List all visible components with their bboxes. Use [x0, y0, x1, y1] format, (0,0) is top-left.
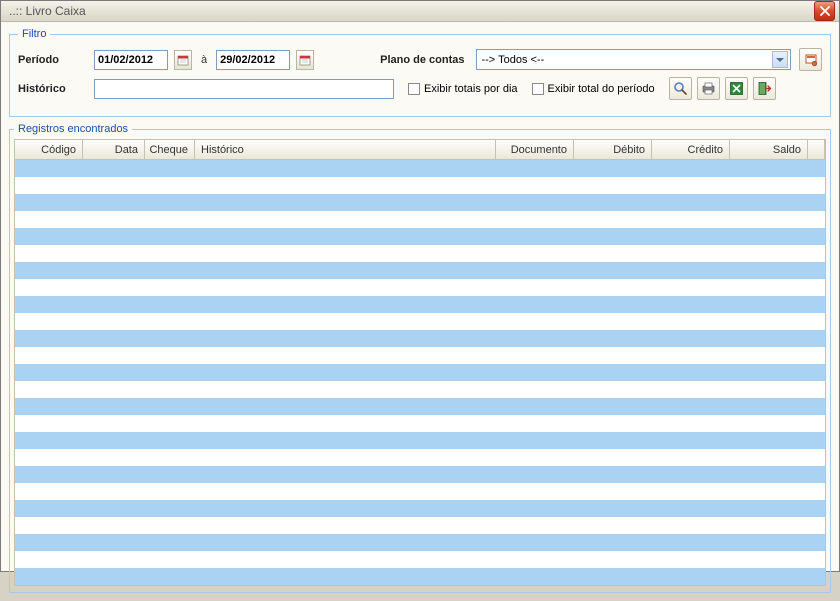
main-window: ..:: Livro Caixa Filtro Período	[0, 0, 840, 572]
table-row[interactable]	[15, 381, 825, 398]
date-separator: à	[201, 54, 207, 66]
table-row[interactable]	[15, 449, 825, 466]
print-button[interactable]	[697, 77, 720, 100]
table-row[interactable]	[15, 483, 825, 500]
table-row[interactable]	[15, 551, 825, 568]
excel-button[interactable]	[725, 77, 748, 100]
table-row[interactable]	[15, 517, 825, 534]
table-row[interactable]	[15, 432, 825, 449]
table-row[interactable]	[15, 466, 825, 483]
titlebar: ..:: Livro Caixa	[1, 1, 839, 22]
table-row[interactable]	[15, 296, 825, 313]
table-row[interactable]	[15, 177, 825, 194]
col-header-cheque[interactable]: Cheque	[145, 140, 195, 159]
table-row[interactable]	[15, 330, 825, 347]
table-row[interactable]	[15, 415, 825, 432]
table-row[interactable]	[15, 160, 825, 177]
print-icon	[701, 81, 716, 96]
period-label: Período	[18, 54, 88, 66]
config-icon	[804, 53, 818, 67]
col-header-codigo[interactable]: Código	[15, 140, 83, 159]
grid-body[interactable]	[15, 160, 825, 585]
chevron-down-icon	[772, 51, 788, 68]
chk-totals-per-day[interactable]: Exibir totais por dia	[408, 83, 518, 95]
chk-totals-period[interactable]: Exibir total do período	[532, 83, 655, 95]
calendar-icon	[299, 54, 311, 66]
records-fieldset: Registros encontrados Código Data Cheque…	[9, 123, 831, 593]
table-row[interactable]	[15, 313, 825, 330]
table-row[interactable]	[15, 194, 825, 211]
table-row[interactable]	[15, 364, 825, 381]
table-row[interactable]	[15, 534, 825, 551]
date-to-calendar-button[interactable]	[296, 50, 314, 70]
filter-toolbar	[667, 77, 776, 100]
table-row[interactable]	[15, 262, 825, 279]
date-from-input[interactable]	[94, 50, 168, 70]
date-from-calendar-button[interactable]	[174, 50, 192, 70]
history-label: Histórico	[18, 83, 88, 95]
chk-period-label: Exibir total do período	[548, 83, 655, 95]
plan-selected-text: --> Todos <--	[481, 54, 772, 66]
content-area: Filtro Período à	[1, 22, 839, 601]
plan-config-button[interactable]	[799, 48, 822, 71]
close-button[interactable]	[814, 1, 835, 21]
calendar-icon	[177, 54, 189, 66]
filter-legend: Filtro	[18, 28, 50, 40]
table-row[interactable]	[15, 228, 825, 245]
close-icon	[820, 6, 830, 16]
exit-icon	[757, 81, 772, 96]
filter-row-1: Período à	[18, 48, 822, 71]
col-header-data[interactable]: Data	[83, 140, 145, 159]
table-row[interactable]	[15, 245, 825, 262]
records-legend: Registros encontrados	[14, 123, 132, 135]
table-row[interactable]	[15, 398, 825, 415]
col-header-scroll	[808, 140, 825, 159]
table-row[interactable]	[15, 279, 825, 296]
records-grid: Código Data Cheque Histórico Documento D…	[14, 139, 826, 586]
chk-per-day-label: Exibir totais por dia	[424, 83, 518, 95]
filter-fieldset: Filtro Período à	[9, 28, 831, 117]
col-header-saldo[interactable]: Saldo	[730, 140, 808, 159]
search-icon	[673, 81, 688, 96]
table-row[interactable]	[15, 211, 825, 228]
history-input[interactable]	[94, 79, 394, 99]
plan-combobox[interactable]: --> Todos <--	[476, 49, 791, 70]
col-header-debito[interactable]: Débito	[574, 140, 652, 159]
checkbox-icon	[408, 83, 420, 95]
col-header-documento[interactable]: Documento	[496, 140, 574, 159]
excel-icon	[729, 81, 744, 96]
col-header-historico[interactable]: Histórico	[195, 140, 496, 159]
col-header-credito[interactable]: Crédito	[652, 140, 730, 159]
window-title: ..:: Livro Caixa	[5, 4, 814, 18]
filter-row-2: Histórico Exibir totais por dia Exibir t…	[18, 77, 822, 100]
grid-header: Código Data Cheque Histórico Documento D…	[15, 140, 825, 160]
plan-label: Plano de contas	[380, 54, 464, 66]
date-to-input[interactable]	[216, 50, 290, 70]
search-button[interactable]	[669, 77, 692, 100]
checkbox-icon	[532, 83, 544, 95]
table-row[interactable]	[15, 347, 825, 364]
table-row[interactable]	[15, 568, 825, 585]
exit-button[interactable]	[753, 77, 776, 100]
table-row[interactable]	[15, 500, 825, 517]
